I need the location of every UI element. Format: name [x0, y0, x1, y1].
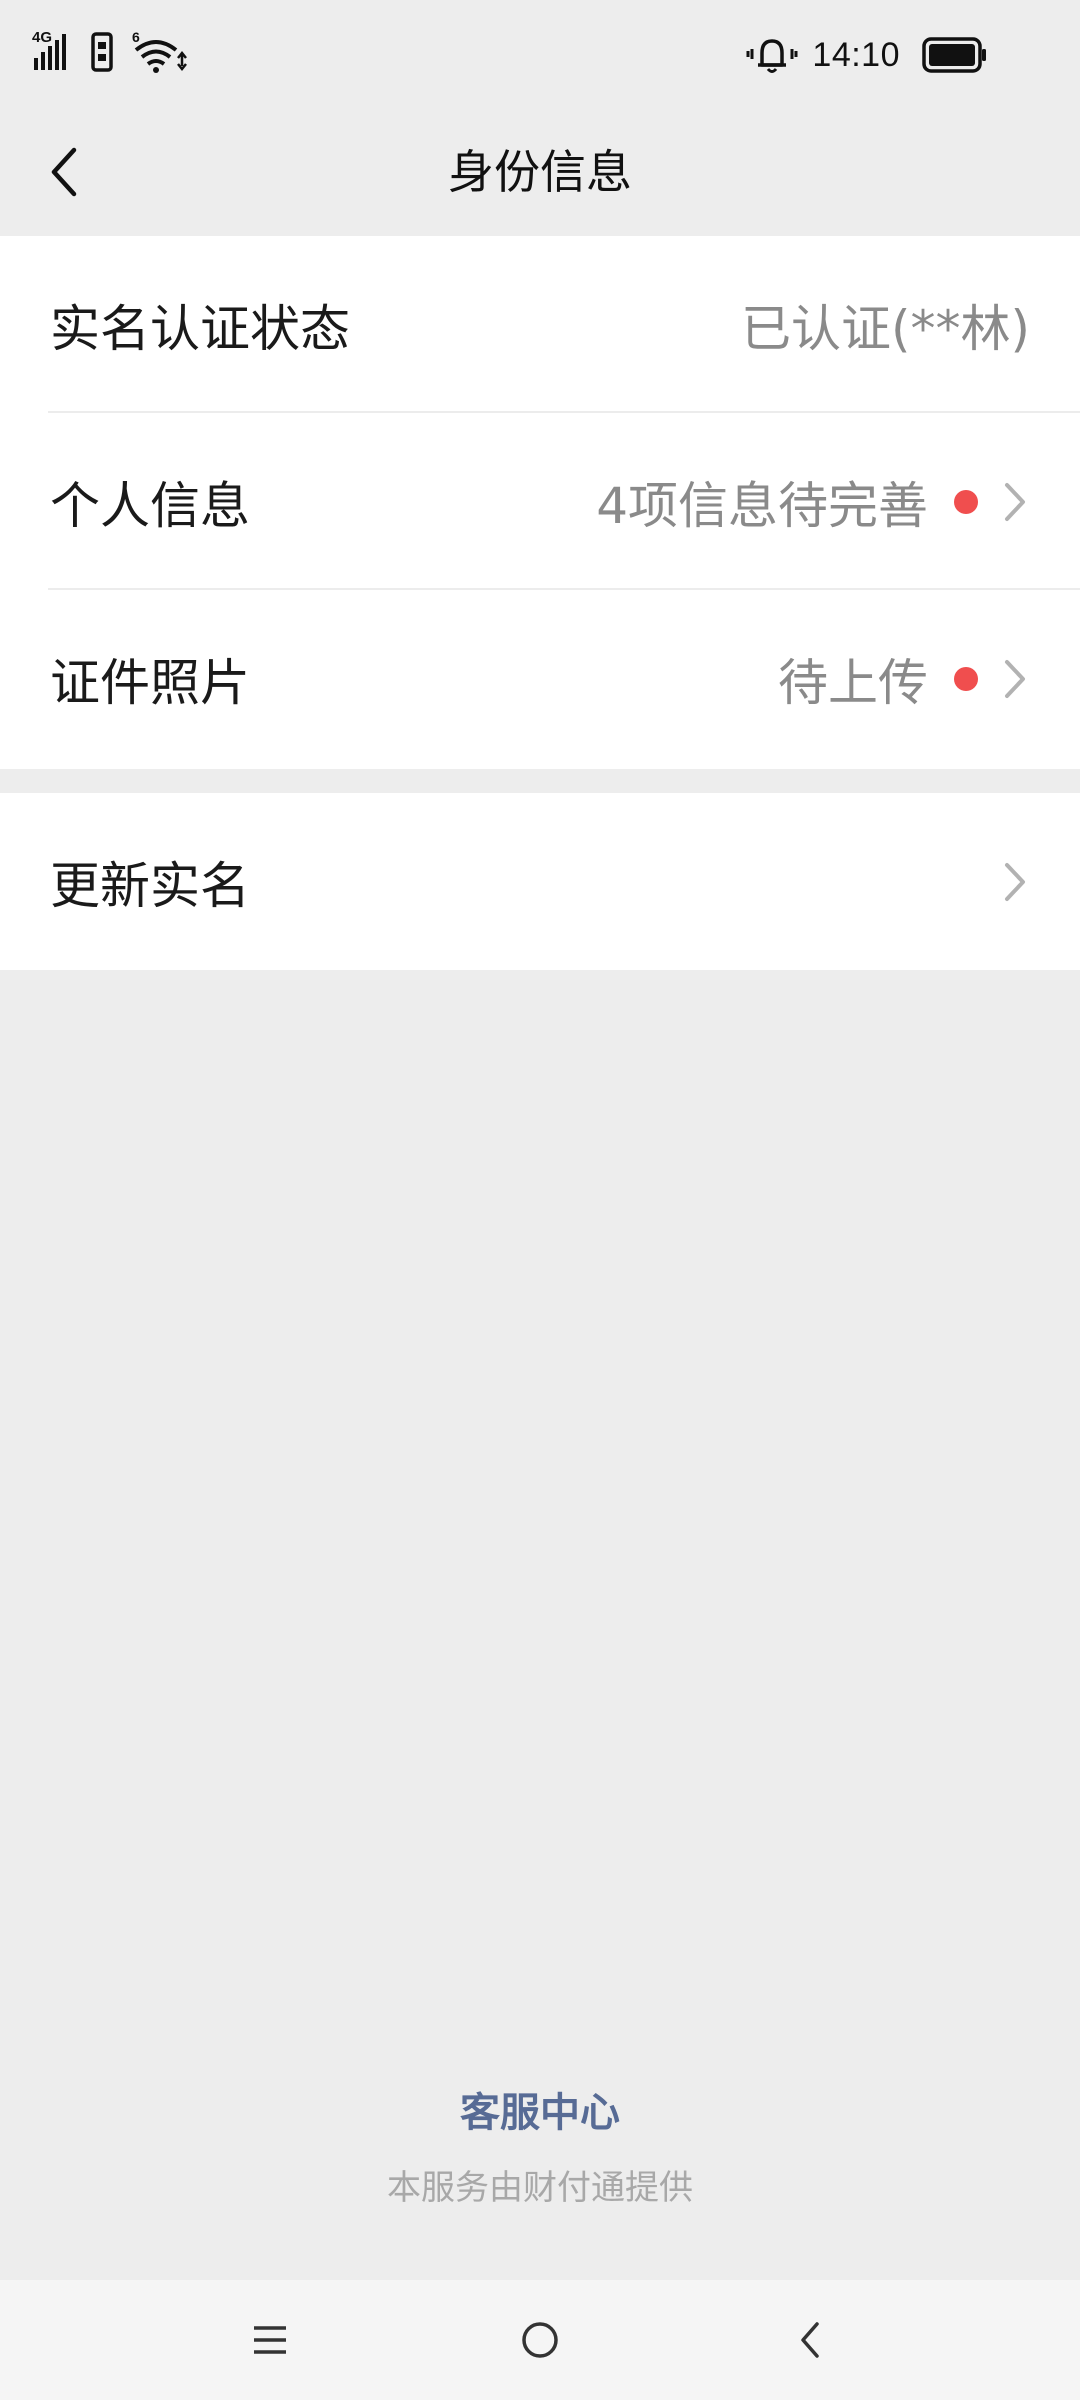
signal-4g-icon: 4G 6 [32, 29, 187, 73]
row-right: 4项信息待完善 [596, 466, 1030, 538]
system-back-button[interactable] [770, 2300, 850, 2380]
row-id-photos[interactable]: 证件照片 待上传 [0, 590, 1080, 767]
row-label: 证件照片 [50, 653, 250, 712]
status-left-icons: 4G 6 [32, 28, 192, 78]
menu-button[interactable] [230, 2300, 310, 2380]
row-label: 个人信息 [50, 476, 250, 535]
menu-icon [254, 2326, 286, 2354]
chevron-right-icon [1000, 859, 1030, 905]
system-nav-bar [0, 2280, 1080, 2400]
row-right [978, 859, 1030, 905]
verification-status-value: 已认证(**林) [740, 299, 1030, 358]
svg-text:6: 6 [132, 29, 140, 45]
sim-icon [91, 32, 113, 72]
chevron-left-icon [51, 147, 77, 197]
chevron-right-icon [1000, 479, 1030, 525]
personal-info-value: 4项信息待完善 [596, 476, 928, 535]
vibrate-bell-icon [746, 39, 798, 73]
nav-bar: 身份信息 [0, 108, 1080, 236]
service-provider-note: 本服务由财付通提供 [387, 2168, 693, 2208]
status-time: 14:10 [812, 35, 900, 74]
status-right-icons: 14:10 [746, 30, 988, 80]
status-bar: 4G 6 14:10 [0, 0, 1080, 108]
row-label: 更新实名 [50, 856, 250, 915]
notification-dot [954, 666, 978, 691]
row-label: 实名认证状态 [50, 299, 350, 358]
wifi-6-icon: 6 [132, 29, 187, 73]
home-button[interactable] [500, 2300, 580, 2380]
customer-service-link[interactable]: 客服中心 [0, 2080, 1080, 2138]
row-personal-info[interactable]: 个人信息 4项信息待完善 [0, 413, 1080, 590]
home-icon [522, 2322, 558, 2358]
back-icon [801, 2322, 819, 2358]
identity-info-list: 实名认证状态 已认证(**林) 个人信息 4项信息待完善 证件照片 待上传 [0, 236, 1080, 769]
svg-text:4G: 4G [32, 29, 52, 46]
row-update-realname[interactable]: 更新实名 [0, 793, 1080, 970]
notification-dot [954, 489, 978, 514]
id-photos-value: 待上传 [778, 653, 928, 712]
row-right: 已认证(**林) [741, 289, 1030, 361]
back-button[interactable] [28, 136, 100, 208]
update-realname-group: 更新实名 [0, 793, 1080, 970]
chevron-right-icon [1000, 656, 1030, 702]
row-right: 待上传 [778, 643, 1030, 715]
page-title: 身份信息 [448, 145, 632, 199]
row-verification-status: 实名认证状态 已认证(**林) [0, 236, 1080, 413]
battery-icon [922, 37, 986, 73]
